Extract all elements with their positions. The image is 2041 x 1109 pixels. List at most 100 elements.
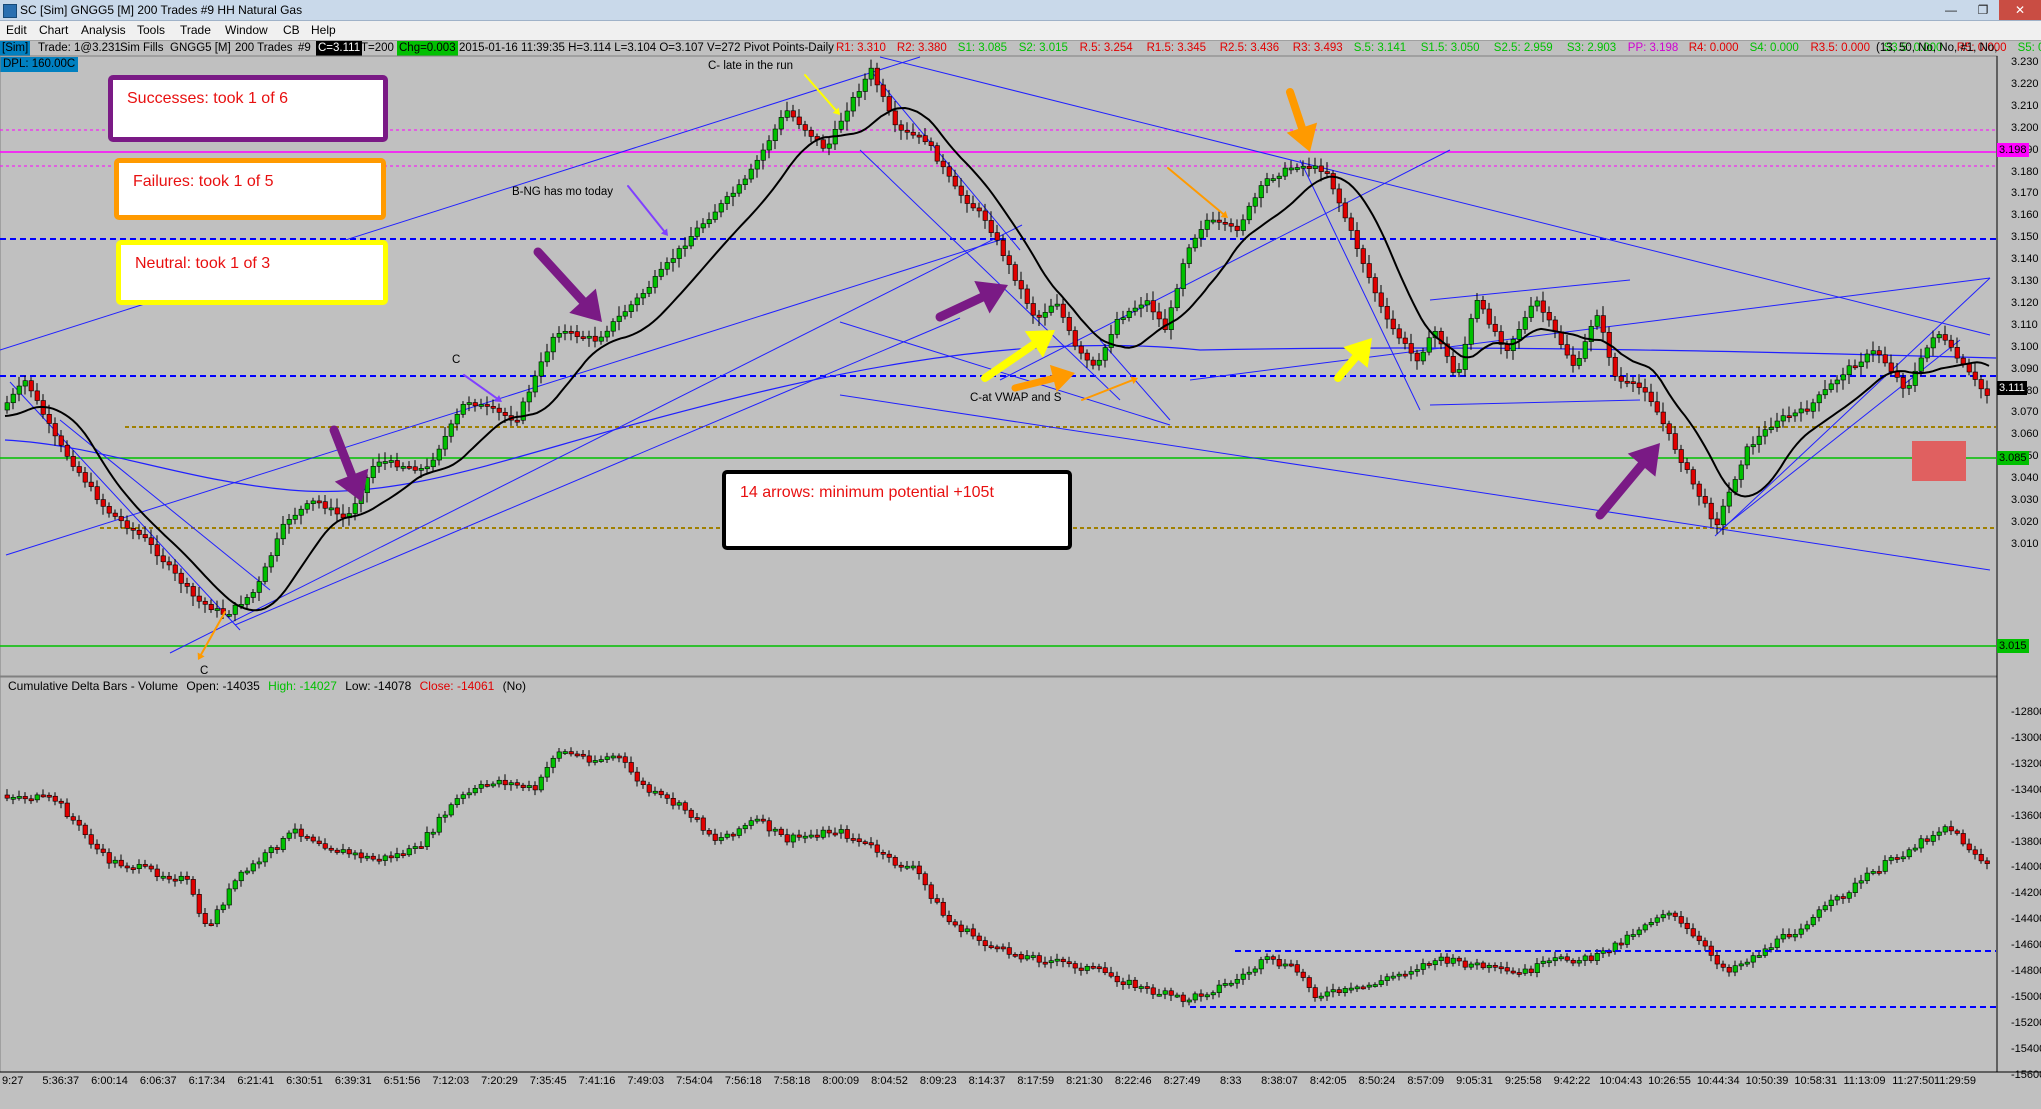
delta-axis-label: -13200 bbox=[2011, 757, 2041, 770]
time-axis-label: 7:54:04 bbox=[676, 1075, 713, 1087]
price-candle bbox=[1312, 165, 1318, 169]
price-candle bbox=[310, 500, 316, 504]
delta-bar bbox=[1804, 924, 1810, 930]
delta-bar bbox=[346, 849, 352, 855]
delta-bar bbox=[556, 751, 562, 759]
price-candle bbox=[16, 385, 22, 395]
delta-bar bbox=[934, 898, 940, 903]
delta-bar bbox=[1012, 954, 1018, 957]
violet-arrow-thin bbox=[627, 185, 666, 233]
delta-bar bbox=[1756, 955, 1762, 958]
price-candle bbox=[1420, 351, 1426, 362]
delta-bar bbox=[1954, 830, 1960, 834]
delta-bar bbox=[1714, 955, 1720, 965]
delta-bar bbox=[226, 888, 232, 906]
delta-bar bbox=[1660, 914, 1666, 919]
price-candle bbox=[1864, 353, 1870, 363]
price-candle bbox=[1090, 359, 1096, 366]
price-candle bbox=[1978, 379, 1984, 390]
price-candle bbox=[610, 321, 616, 332]
price-candle bbox=[1468, 318, 1474, 345]
price-candle bbox=[1810, 402, 1816, 412]
delta-bar bbox=[1036, 955, 1042, 963]
delta-bar bbox=[1798, 928, 1804, 935]
price-candle bbox=[1690, 469, 1696, 485]
price-candle bbox=[1888, 362, 1894, 372]
price-candle bbox=[1762, 429, 1768, 437]
delta-bar bbox=[1084, 965, 1090, 971]
delta-bar bbox=[1672, 912, 1678, 917]
price-candle bbox=[724, 196, 730, 204]
delta-bar bbox=[130, 867, 136, 870]
successes-box: Successes: took 1 of 6 bbox=[108, 75, 388, 142]
delta-bar bbox=[1930, 835, 1936, 842]
delta-bar bbox=[478, 784, 484, 789]
delta-bar bbox=[52, 795, 58, 802]
delta-bar bbox=[1126, 979, 1132, 985]
price-candle bbox=[1600, 315, 1606, 333]
delta-bar bbox=[1360, 986, 1366, 990]
price-candle bbox=[1264, 178, 1270, 186]
delta-bar bbox=[1186, 999, 1192, 1003]
price-candle bbox=[1846, 365, 1852, 376]
time-axis-label: 11:29:59 bbox=[1933, 1075, 1977, 1087]
delta-bar bbox=[76, 819, 82, 826]
price-candle bbox=[190, 586, 196, 597]
delta-bar bbox=[1348, 987, 1354, 991]
price-candle bbox=[1360, 248, 1366, 264]
delta-bar bbox=[1630, 934, 1636, 937]
price-candle bbox=[1282, 167, 1288, 177]
delta-bar bbox=[280, 838, 286, 850]
delta-bar bbox=[1564, 956, 1570, 961]
delta-bar bbox=[1558, 956, 1564, 960]
delta-bar bbox=[148, 865, 154, 870]
delta-bar bbox=[1978, 854, 1984, 862]
price-candle bbox=[52, 423, 58, 437]
price-candle bbox=[994, 232, 1000, 241]
delta-bar bbox=[1210, 992, 1216, 996]
price-candle bbox=[1474, 300, 1480, 319]
price-candle bbox=[1780, 415, 1786, 422]
delta-open: Open: -14035 bbox=[186, 679, 260, 693]
price-candle bbox=[1246, 205, 1252, 221]
delta-bar bbox=[124, 865, 130, 869]
delta-bar bbox=[1696, 935, 1702, 942]
delta-bar bbox=[304, 836, 310, 839]
delta-bar bbox=[1078, 967, 1084, 971]
note-bng: B-NG has mo today bbox=[512, 186, 613, 198]
delta-bar bbox=[1570, 959, 1576, 964]
delta-bar bbox=[730, 833, 736, 837]
price-axis-label: 3.010 bbox=[2011, 537, 2039, 550]
price-candle bbox=[1078, 345, 1084, 354]
price-candle bbox=[178, 572, 184, 584]
delta-bar bbox=[160, 875, 166, 879]
price-candle bbox=[1564, 344, 1570, 356]
delta-bar bbox=[1054, 958, 1060, 962]
delta-bar bbox=[1654, 917, 1660, 923]
delta-bar bbox=[1588, 955, 1594, 961]
delta-bar bbox=[1822, 905, 1828, 911]
price-axis-label: 3.200 bbox=[2011, 121, 2039, 134]
price-candle bbox=[844, 110, 850, 122]
price-candle bbox=[652, 276, 658, 288]
orange-arrow-head bbox=[1049, 364, 1075, 393]
price-candle bbox=[1054, 303, 1060, 307]
price-candle bbox=[1294, 167, 1300, 170]
delta-bar bbox=[370, 855, 376, 860]
price-candle bbox=[1048, 305, 1054, 313]
price-tag: 3.198 bbox=[1997, 143, 2029, 157]
delta-bar bbox=[262, 852, 268, 863]
delta-bar bbox=[568, 751, 574, 755]
delta-bar bbox=[1876, 871, 1882, 874]
delta-bar bbox=[1264, 956, 1270, 960]
delta-bar bbox=[1030, 955, 1036, 958]
delta-bar bbox=[1156, 993, 1162, 997]
delta-bar bbox=[616, 755, 622, 759]
price-candle bbox=[1354, 230, 1360, 249]
time-axis-label: 7:35:45 bbox=[529, 1075, 567, 1087]
delta-bar bbox=[1684, 922, 1690, 929]
price-candle bbox=[1402, 337, 1408, 344]
price-candle bbox=[820, 139, 826, 149]
price-candle bbox=[1228, 223, 1234, 227]
delta-bar bbox=[340, 849, 346, 853]
